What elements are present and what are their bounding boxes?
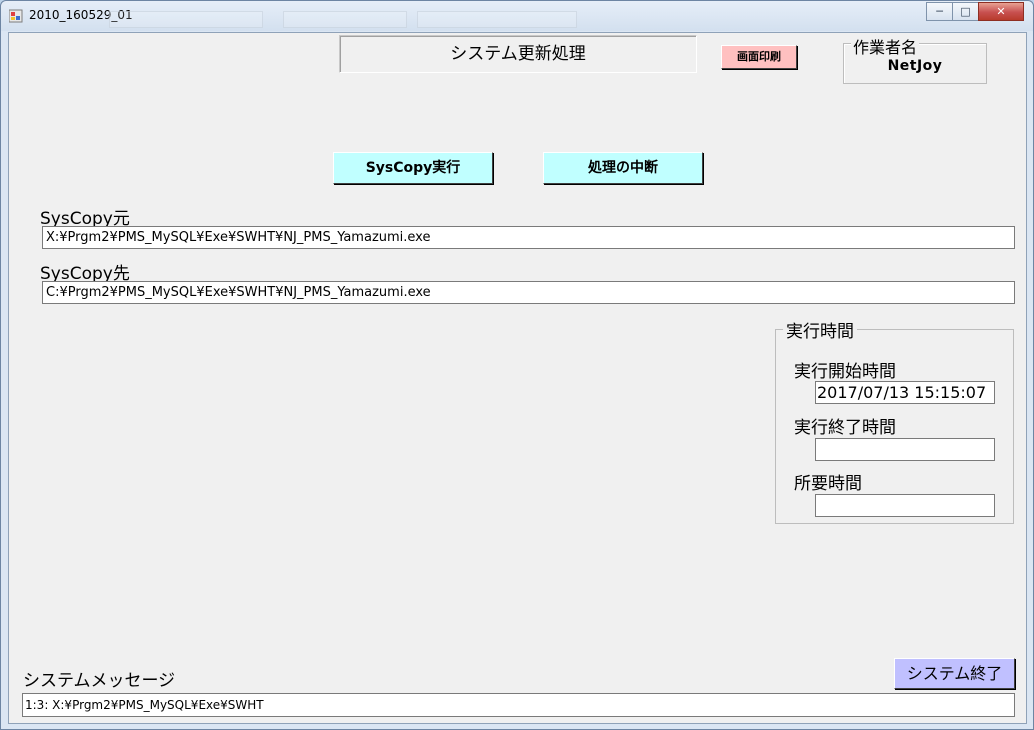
maximize-button[interactable]: □ — [952, 2, 979, 21]
start-time-field[interactable]: 2017/07/13 15:15:07 — [815, 381, 995, 404]
system-message-label: システムメッセージ — [23, 671, 176, 691]
start-time-label: 実行開始時間 — [794, 362, 896, 382]
syscopy-run-button[interactable]: SysCopy実行 — [333, 152, 493, 184]
system-message-field[interactable]: 1:3: X:¥Prgm2¥PMS_MySQL¥Exe¥SWHT — [22, 693, 1015, 717]
worker-name: NetJoy — [887, 58, 943, 74]
worker-legend: 作業者名 — [851, 34, 920, 58]
duration-field[interactable] — [815, 494, 995, 517]
app-icon — [9, 9, 23, 23]
end-time-field[interactable] — [815, 438, 995, 461]
client-area: システム更新処理 画面印刷 作業者名 NetJoy SysCopy実行 処理の中… — [8, 32, 1027, 724]
source-path-field[interactable]: X:¥Prgm2¥PMS_MySQL¥Exe¥SWHT¥NJ_PMS_Yamaz… — [42, 226, 1015, 249]
minimize-button[interactable]: ─ — [926, 2, 953, 21]
ghost-toolbar-3 — [417, 11, 577, 28]
print-screen-button[interactable]: 画面印刷 — [721, 45, 797, 69]
system-exit-button[interactable]: システム終了 — [894, 658, 1015, 689]
ghost-toolbar-1 — [109, 11, 263, 28]
duration-label: 所要時間 — [794, 474, 862, 494]
app-window: 2010_160529_01 ─ □ ✕ システム更新処理 画面印刷 作業者名 … — [0, 0, 1034, 730]
title-bar[interactable]: 2010_160529_01 ─ □ ✕ — [1, 1, 1033, 31]
close-button[interactable]: ✕ — [978, 2, 1024, 21]
timing-legend: 実行時間 — [783, 317, 857, 342]
destination-path-field[interactable]: C:¥Prgm2¥PMS_MySQL¥Exe¥SWHT¥NJ_PMS_Yamaz… — [42, 281, 1015, 304]
end-time-label: 実行終了時間 — [794, 418, 896, 438]
ghost-toolbar-2 — [283, 11, 407, 28]
page-title: システム更新処理 — [339, 35, 697, 73]
abort-button[interactable]: 処理の中断 — [543, 152, 703, 184]
